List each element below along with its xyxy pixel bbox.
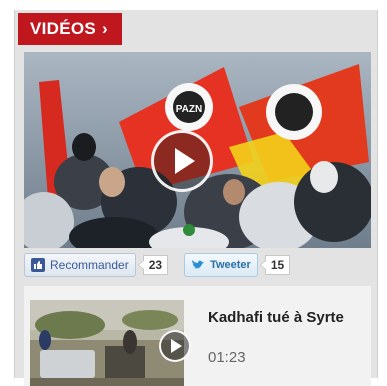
twitter-bird-icon — [192, 260, 205, 269]
related-video-title[interactable]: Kadhafi tué à Syrte — [208, 308, 358, 328]
play-icon — [175, 148, 195, 174]
recommend-count: 23 — [137, 255, 169, 275]
videos-header-tab[interactable]: VIDÉOS › — [18, 13, 123, 45]
related-video-duration: 01:23 — [208, 349, 246, 366]
play-icon — [171, 339, 182, 353]
videos-widget: VIDÉOS › PAZN Recommander 23 Tweeter 15 … — [14, 10, 378, 386]
videos-header-label: VIDÉOS — [30, 19, 97, 38]
related-video-item[interactable]: Kadhafi tué à Syrte 01:23 — [24, 286, 371, 386]
video-player[interactable]: PAZN — [24, 52, 371, 248]
tweet-button[interactable]: Tweeter — [184, 253, 258, 277]
chevron-right-icon: › — [102, 19, 109, 38]
tweet-label: Tweeter — [210, 259, 251, 271]
related-play-button[interactable] — [159, 330, 191, 362]
thumbs-up-icon — [31, 258, 45, 272]
flag-sign-text: PAZN — [176, 104, 202, 115]
play-button[interactable] — [151, 130, 213, 192]
tweet-count: 15 — [259, 255, 291, 275]
social-bar: Recommander 23 Tweeter 15 — [24, 253, 291, 277]
recommend-button[interactable]: Recommander — [24, 253, 136, 277]
recommend-label: Recommander — [50, 258, 129, 272]
